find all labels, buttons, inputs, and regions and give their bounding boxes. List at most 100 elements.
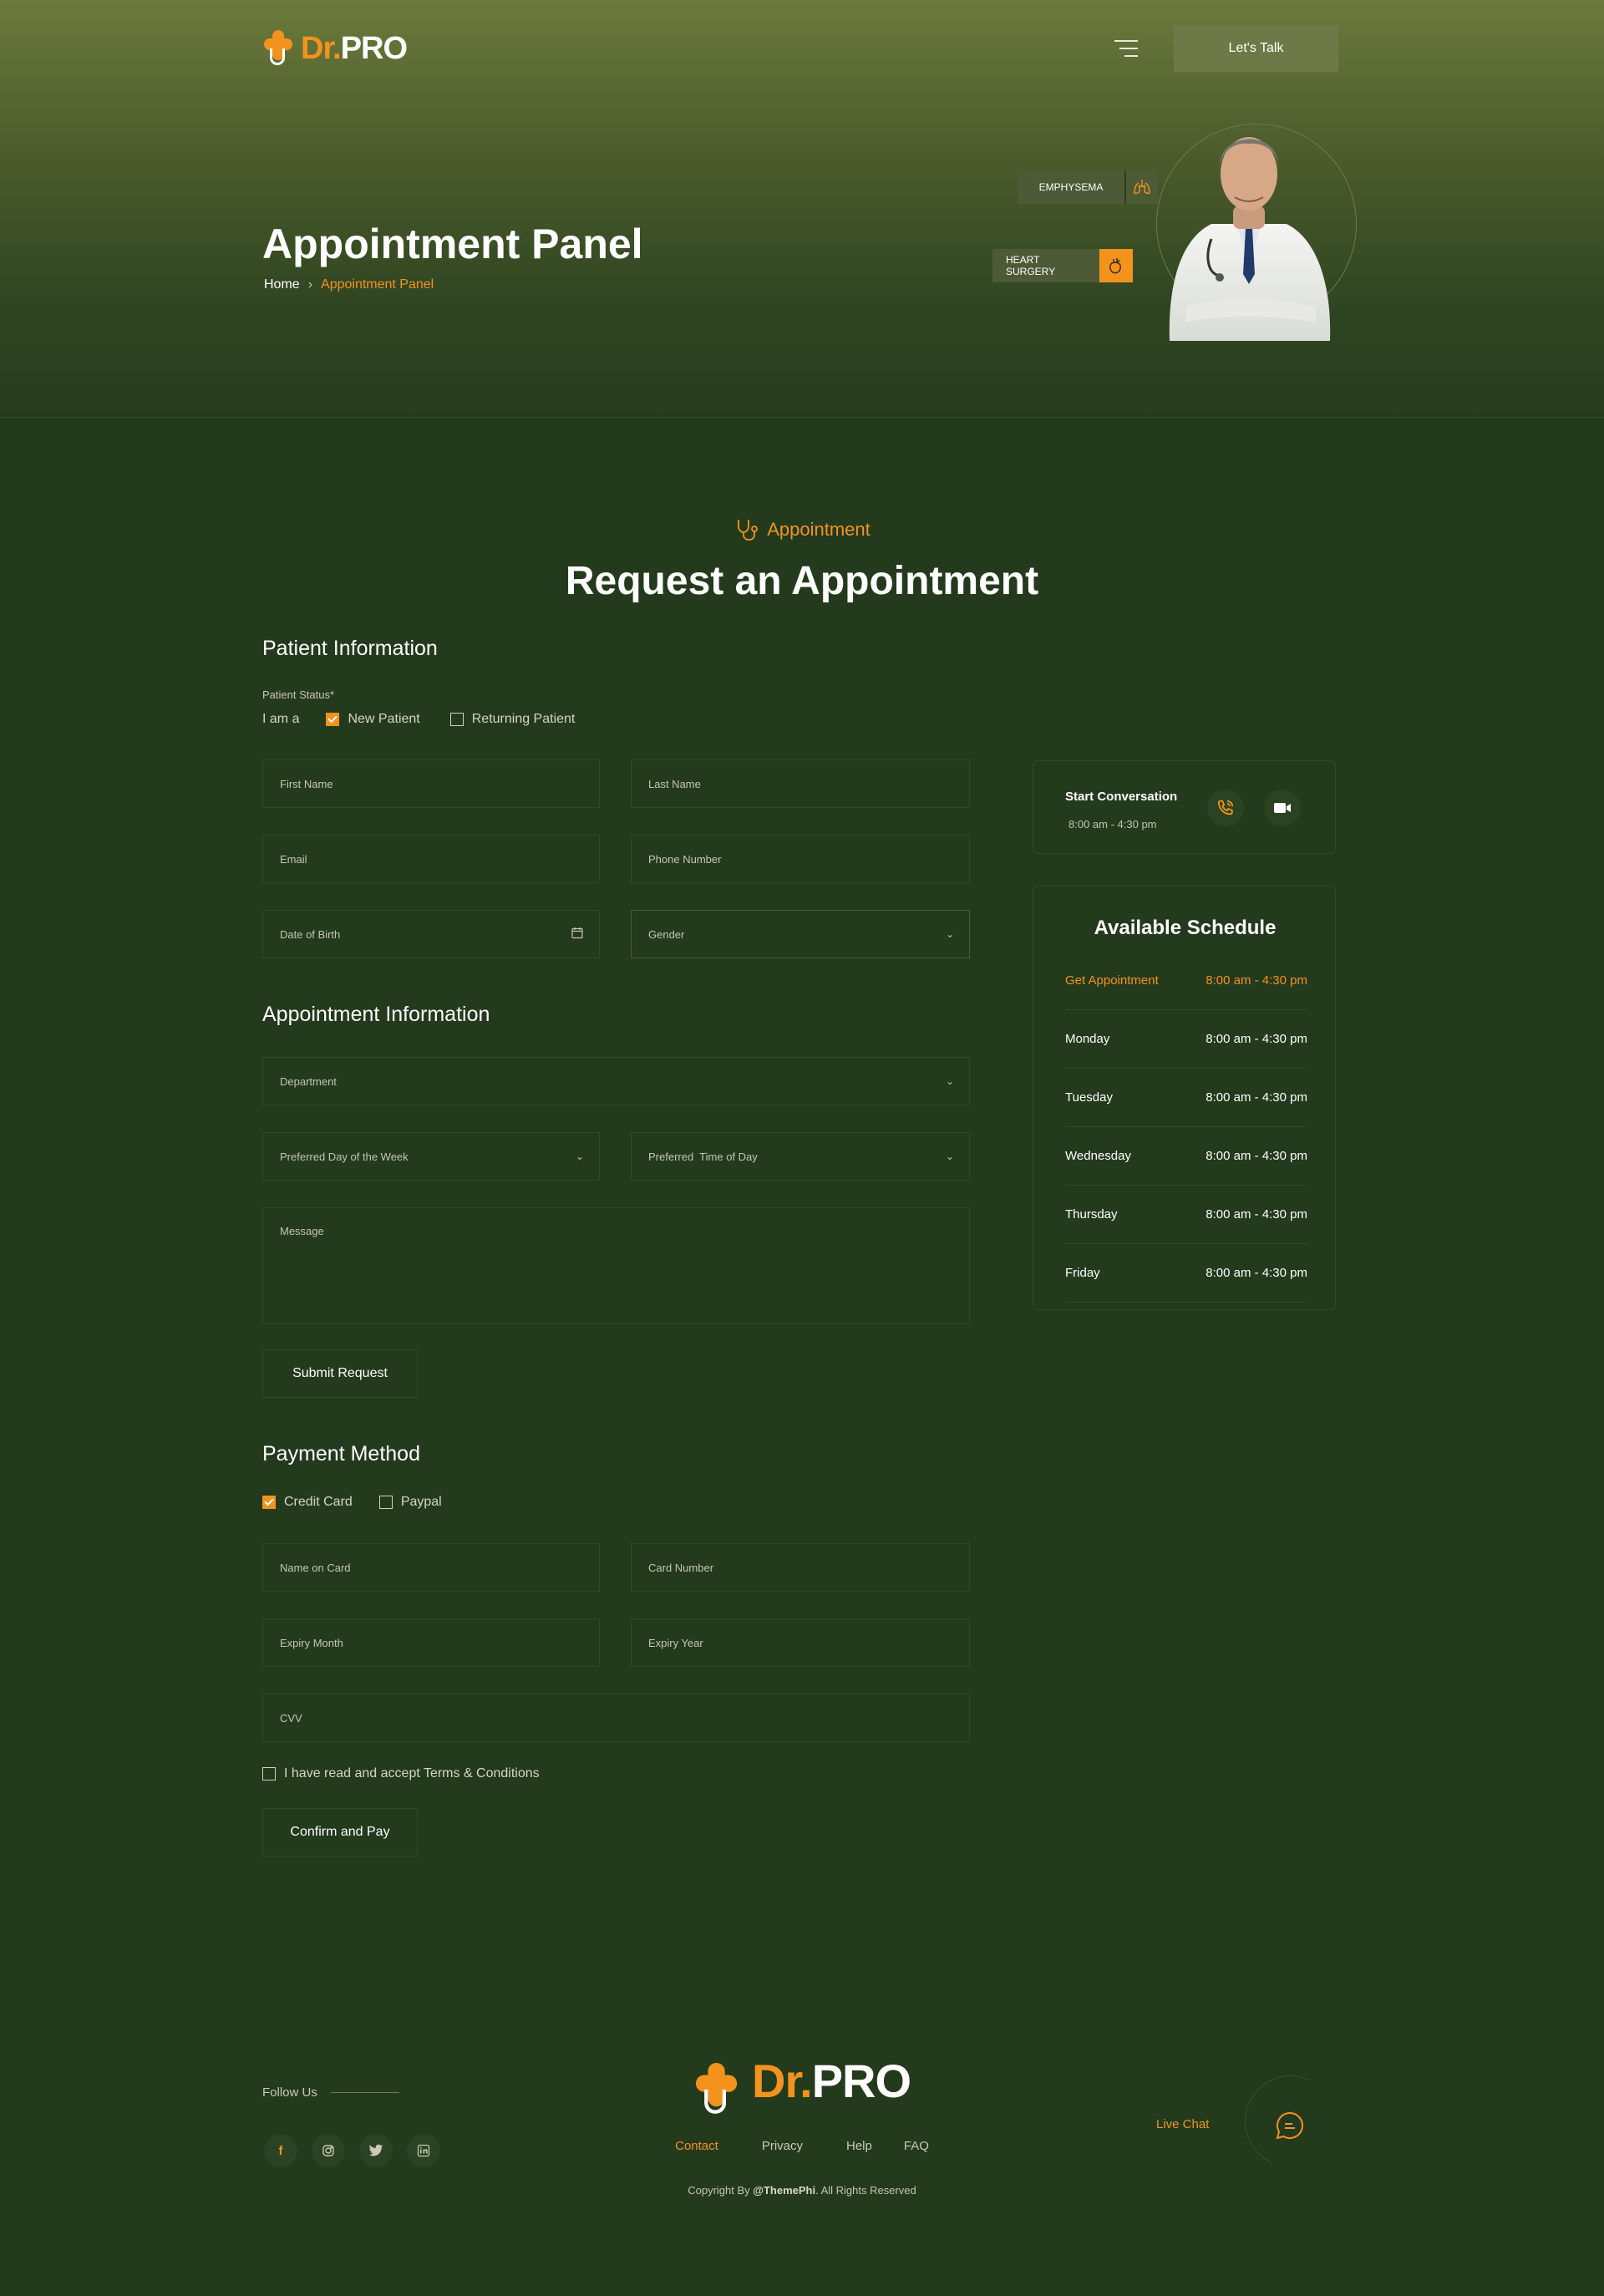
lungs-icon — [1124, 170, 1158, 204]
section-subtitle-text: Appointment — [767, 519, 871, 540]
expiry-year-field[interactable]: Expiry Year — [631, 1618, 970, 1667]
follow-us: Follow Us — [262, 2085, 399, 2100]
department-select[interactable]: Department ⌄ — [262, 1057, 970, 1105]
schedule-row-tuesday: Tuesday 8:00 am - 4:30 pm — [1065, 1069, 1307, 1127]
logo-stethoscope-icon — [693, 2062, 742, 2116]
copyright: Copyright By @ThemePhi. All Rights Reser… — [0, 2184, 1604, 2197]
chevron-down-icon: ⌄ — [575, 1151, 584, 1162]
paypal-label: Paypal — [400, 1495, 442, 1509]
schedule-hours: 8:00 am - 4:30 pm — [1206, 1090, 1307, 1105]
name-on-card-field[interactable]: Name on Card — [262, 1543, 600, 1592]
date-of-birth-placeholder: Date of Birth — [280, 927, 341, 941]
patient-status-label: Patient Status* — [262, 688, 334, 701]
patient-status-options: I am a New Patient Returning Patient — [262, 712, 575, 727]
last-name-field[interactable]: Last Name — [631, 759, 970, 808]
start-conversation-card: Start Conversation 8:00 am - 4:30 pm — [1033, 760, 1336, 854]
gender-select[interactable]: Gender ⌄ — [631, 910, 970, 958]
schedule-row-thursday: Thursday 8:00 am - 4:30 pm — [1065, 1186, 1307, 1244]
preferred-time-placeholder: Preferred Time of Day — [648, 1150, 758, 1163]
last-name-placeholder: Last Name — [648, 777, 701, 790]
schedule-row-get-appointment[interactable]: Get Appointment 8:00 am - 4:30 pm — [1065, 952, 1307, 1010]
gender-placeholder: Gender — [648, 927, 685, 941]
preferred-time-select[interactable]: Preferred Time of Day ⌄ — [631, 1132, 970, 1181]
schedule-title: Available Schedule — [1094, 917, 1277, 939]
logo-text: Dr.PRO — [301, 30, 408, 67]
conversation-title: Start Conversation — [1065, 790, 1178, 804]
hero-banner: Dr.PRO Let's Talk Appointment Panel Home… — [0, 0, 1604, 418]
chat-bubble-icon[interactable] — [1275, 2111, 1305, 2141]
expiry-year-placeholder: Expiry Year — [648, 1636, 703, 1649]
date-of-birth-field[interactable]: Date of Birth — [262, 910, 600, 958]
schedule-hours: 8:00 am - 4:30 pm — [1206, 973, 1307, 988]
message-textarea[interactable]: Message — [262, 1207, 970, 1324]
confirm-and-pay-button[interactable]: Confirm and Pay — [262, 1808, 418, 1857]
available-schedule-card: Available Schedule Get Appointment 8:00 a… — [1033, 886, 1336, 1310]
terms-label: I have read and accept Terms & Condition… — [284, 1766, 540, 1780]
payment-method-heading: Payment Method — [262, 1442, 420, 1465]
i-am-label: I am a — [262, 712, 300, 726]
credit-card-label: Credit Card — [284, 1495, 353, 1509]
cvv-field[interactable]: CVV — [262, 1694, 970, 1742]
terms-checkbox[interactable] — [262, 1767, 276, 1780]
phone-call-icon[interactable] — [1207, 790, 1244, 826]
page-title: Appointment Panel — [262, 221, 643, 267]
returning-patient-checkbox[interactable] — [449, 713, 464, 726]
logo-pro: PRO — [340, 30, 408, 66]
schedule-hours: 8:00 am - 4:30 pm — [1206, 1149, 1307, 1163]
emphysema-tag: EMPHYSEMA — [1018, 170, 1158, 204]
department-placeholder: Department — [280, 1074, 337, 1088]
card-number-field[interactable]: Card Number — [631, 1543, 970, 1592]
breadcrumb-home-link[interactable]: Home — [264, 277, 300, 292]
footer-logo-text: Dr.PRO — [752, 2054, 911, 2108]
card-number-placeholder: Card Number — [648, 1561, 714, 1574]
site-logo[interactable]: Dr.PRO — [262, 30, 408, 67]
copyright-suffix: . All Rights Reserved — [815, 2184, 916, 2197]
footer-link-privacy[interactable]: Privacy — [762, 2139, 803, 2153]
heart-surgery-tag: HEART SURGERY — [992, 249, 1133, 282]
preferred-day-select[interactable]: Preferred Day of the Week ⌄ — [262, 1132, 600, 1181]
live-chat-label[interactable]: Live Chat — [1156, 2117, 1209, 2131]
phone-field[interactable]: Phone Number — [631, 835, 970, 883]
lets-talk-button[interactable]: Let's Talk — [1174, 25, 1338, 72]
schedule-day: Get Appointment — [1065, 973, 1159, 988]
payment-options: Credit Card Paypal — [262, 1495, 442, 1510]
video-call-icon[interactable] — [1264, 790, 1301, 826]
footer-logo[interactable]: Dr.PRO — [693, 2054, 911, 2114]
cvv-placeholder: CVV — [280, 1711, 302, 1725]
schedule-day: Friday — [1065, 1266, 1100, 1280]
heart-surgery-label: HEART SURGERY — [992, 249, 1099, 282]
chevron-down-icon: ⌄ — [945, 1075, 954, 1087]
copyright-prefix: Copyright By — [688, 2184, 754, 2197]
menu-icon[interactable] — [1114, 40, 1138, 58]
logo-stethoscope-icon — [262, 30, 296, 67]
section-subtitle: Appointment — [0, 516, 1604, 543]
paypal-checkbox[interactable] — [378, 1496, 393, 1509]
phone-placeholder: Phone Number — [648, 852, 722, 866]
submit-request-button[interactable]: Submit Request — [262, 1349, 418, 1398]
chevron-down-icon: ⌄ — [945, 1151, 954, 1162]
divider — [330, 2092, 399, 2093]
email-field[interactable]: Email — [262, 835, 600, 883]
footer-links: Contact Privacy Help FAQ — [0, 2139, 1604, 2153]
terms-row: I have read and accept Terms & Condition… — [262, 1766, 540, 1781]
doctor-image — [1169, 137, 1331, 341]
new-patient-checkbox[interactable] — [326, 713, 340, 726]
footer-link-faq[interactable]: FAQ — [904, 2139, 929, 2153]
expiry-month-field[interactable]: Expiry Month — [262, 1618, 600, 1667]
calendar-icon[interactable] — [571, 927, 584, 942]
section-title: Request an Appointment — [565, 559, 1039, 603]
footer-link-contact[interactable]: Contact — [675, 2139, 718, 2153]
footer-logo-dr: Dr. — [752, 2055, 813, 2107]
first-name-field[interactable]: First Name — [262, 759, 600, 808]
schedule-hours: 8:00 am - 4:30 pm — [1206, 1266, 1307, 1280]
footer-link-help[interactable]: Help — [846, 2139, 872, 2153]
schedule-day: Monday — [1065, 1032, 1110, 1046]
credit-card-checkbox[interactable] — [262, 1496, 276, 1509]
breadcrumb: Home › Appointment Panel — [264, 277, 434, 292]
breadcrumb-current: Appointment Panel — [321, 277, 434, 292]
schedule-day: Wednesday — [1065, 1149, 1131, 1163]
copyright-brand[interactable]: @ThemePhi — [753, 2184, 815, 2197]
schedule-row-monday: Monday 8:00 am - 4:30 pm — [1065, 1010, 1307, 1069]
follow-us-label: Follow Us — [262, 2085, 317, 2100]
schedule-day: Thursday — [1065, 1207, 1118, 1222]
